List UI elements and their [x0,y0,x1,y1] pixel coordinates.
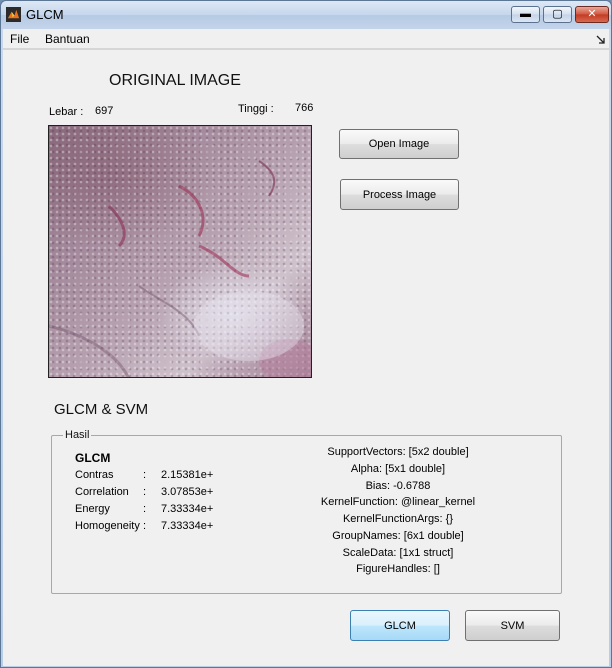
glcm-feature-value: 7.33334e+ [161,503,214,515]
tongue-image [49,160,311,377]
svm-group-names: GroupNames: [6x1 double] [332,530,464,542]
menu-bar: File Bantuan [3,29,609,49]
close-button[interactable]: ✕ [575,6,609,23]
glcm-feature-value: 7.33334e+ [161,520,214,532]
glcm-window: GLCM ▬ ▢ ✕ File Bantuan ORIGINAL IMAGE L… [0,0,612,668]
process-image-button[interactable]: Process Image [340,179,459,210]
arrow-icon[interactable] [596,35,605,44]
maximize-icon: ▢ [552,8,563,20]
glcm-feature-name: Homogeneity [75,520,140,532]
original-image-axes [48,125,312,378]
glcm-row-homogeneity: Homogeneity : 7.33334e+ [75,520,275,534]
glcm-separator: : [143,520,147,532]
glcm-feature-name: Correlation [75,486,129,498]
height-label: Tinggi : [238,103,274,115]
maximize-button[interactable]: ▢ [543,6,572,23]
svm-button[interactable]: SVM [465,610,560,641]
svm-figure-handles: FigureHandles: [] [356,563,440,575]
glcm-svm-heading: GLCM & SVM [54,401,149,418]
minimize-button[interactable]: ▬ [511,6,540,23]
svm-kernel-function: KernelFunction: @linear_kernel [320,496,476,508]
main-panel: ORIGINAL IMAGE Lebar : 697 Tinggi : 766 … [3,50,609,666]
title-bar[interactable]: GLCM ▬ ▢ ✕ [1,1,611,29]
matlab-icon [6,7,21,22]
svm-kernel-function-args: KernelFunctionArgs: {} [342,513,454,525]
glcm-feature-value: 2.15381e+ [161,469,214,481]
hasil-legend: Hasil [63,429,92,441]
open-image-button[interactable]: Open Image [339,129,459,159]
close-icon: ✕ [587,8,597,20]
glcm-results-heading: GLCM [75,451,111,465]
svm-alpha: Alpha: [5x1 double] [350,463,446,475]
glcm-separator: : [143,469,147,481]
glcm-feature-value: 3.07853e+ [161,486,214,498]
glcm-row-contras: Contras : 2.15381e+ [75,469,275,483]
minimize-icon: ▬ [520,8,531,20]
width-value: 697 [95,105,114,117]
svm-scale-data: ScaleData: [1x1 struct] [342,547,454,559]
original-image-heading: ORIGINAL IMAGE [109,72,241,89]
glcm-separator: : [143,503,147,515]
menu-bantuan[interactable]: Bantuan [45,32,90,46]
glcm-button[interactable]: GLCM [350,610,450,641]
glcm-row-correlation: Correlation : 3.07853e+ [75,486,275,500]
menu-file[interactable]: File [10,32,29,46]
hasil-panel: Hasil GLCM Contras : 2.15381e+ Correlati… [51,429,562,594]
glcm-feature-name: Energy [75,503,110,515]
height-value: 766 [295,102,314,114]
svm-support-vectors: SupportVectors: [5x2 double] [327,446,469,458]
glcm-feature-name: Contras [75,469,114,481]
svm-bias: Bias: -0.6788 [365,480,431,492]
window-title: GLCM [26,7,64,22]
width-label: Lebar : [49,106,84,118]
glcm-row-energy: Energy : 7.33334e+ [75,503,275,517]
glcm-separator: : [143,486,147,498]
